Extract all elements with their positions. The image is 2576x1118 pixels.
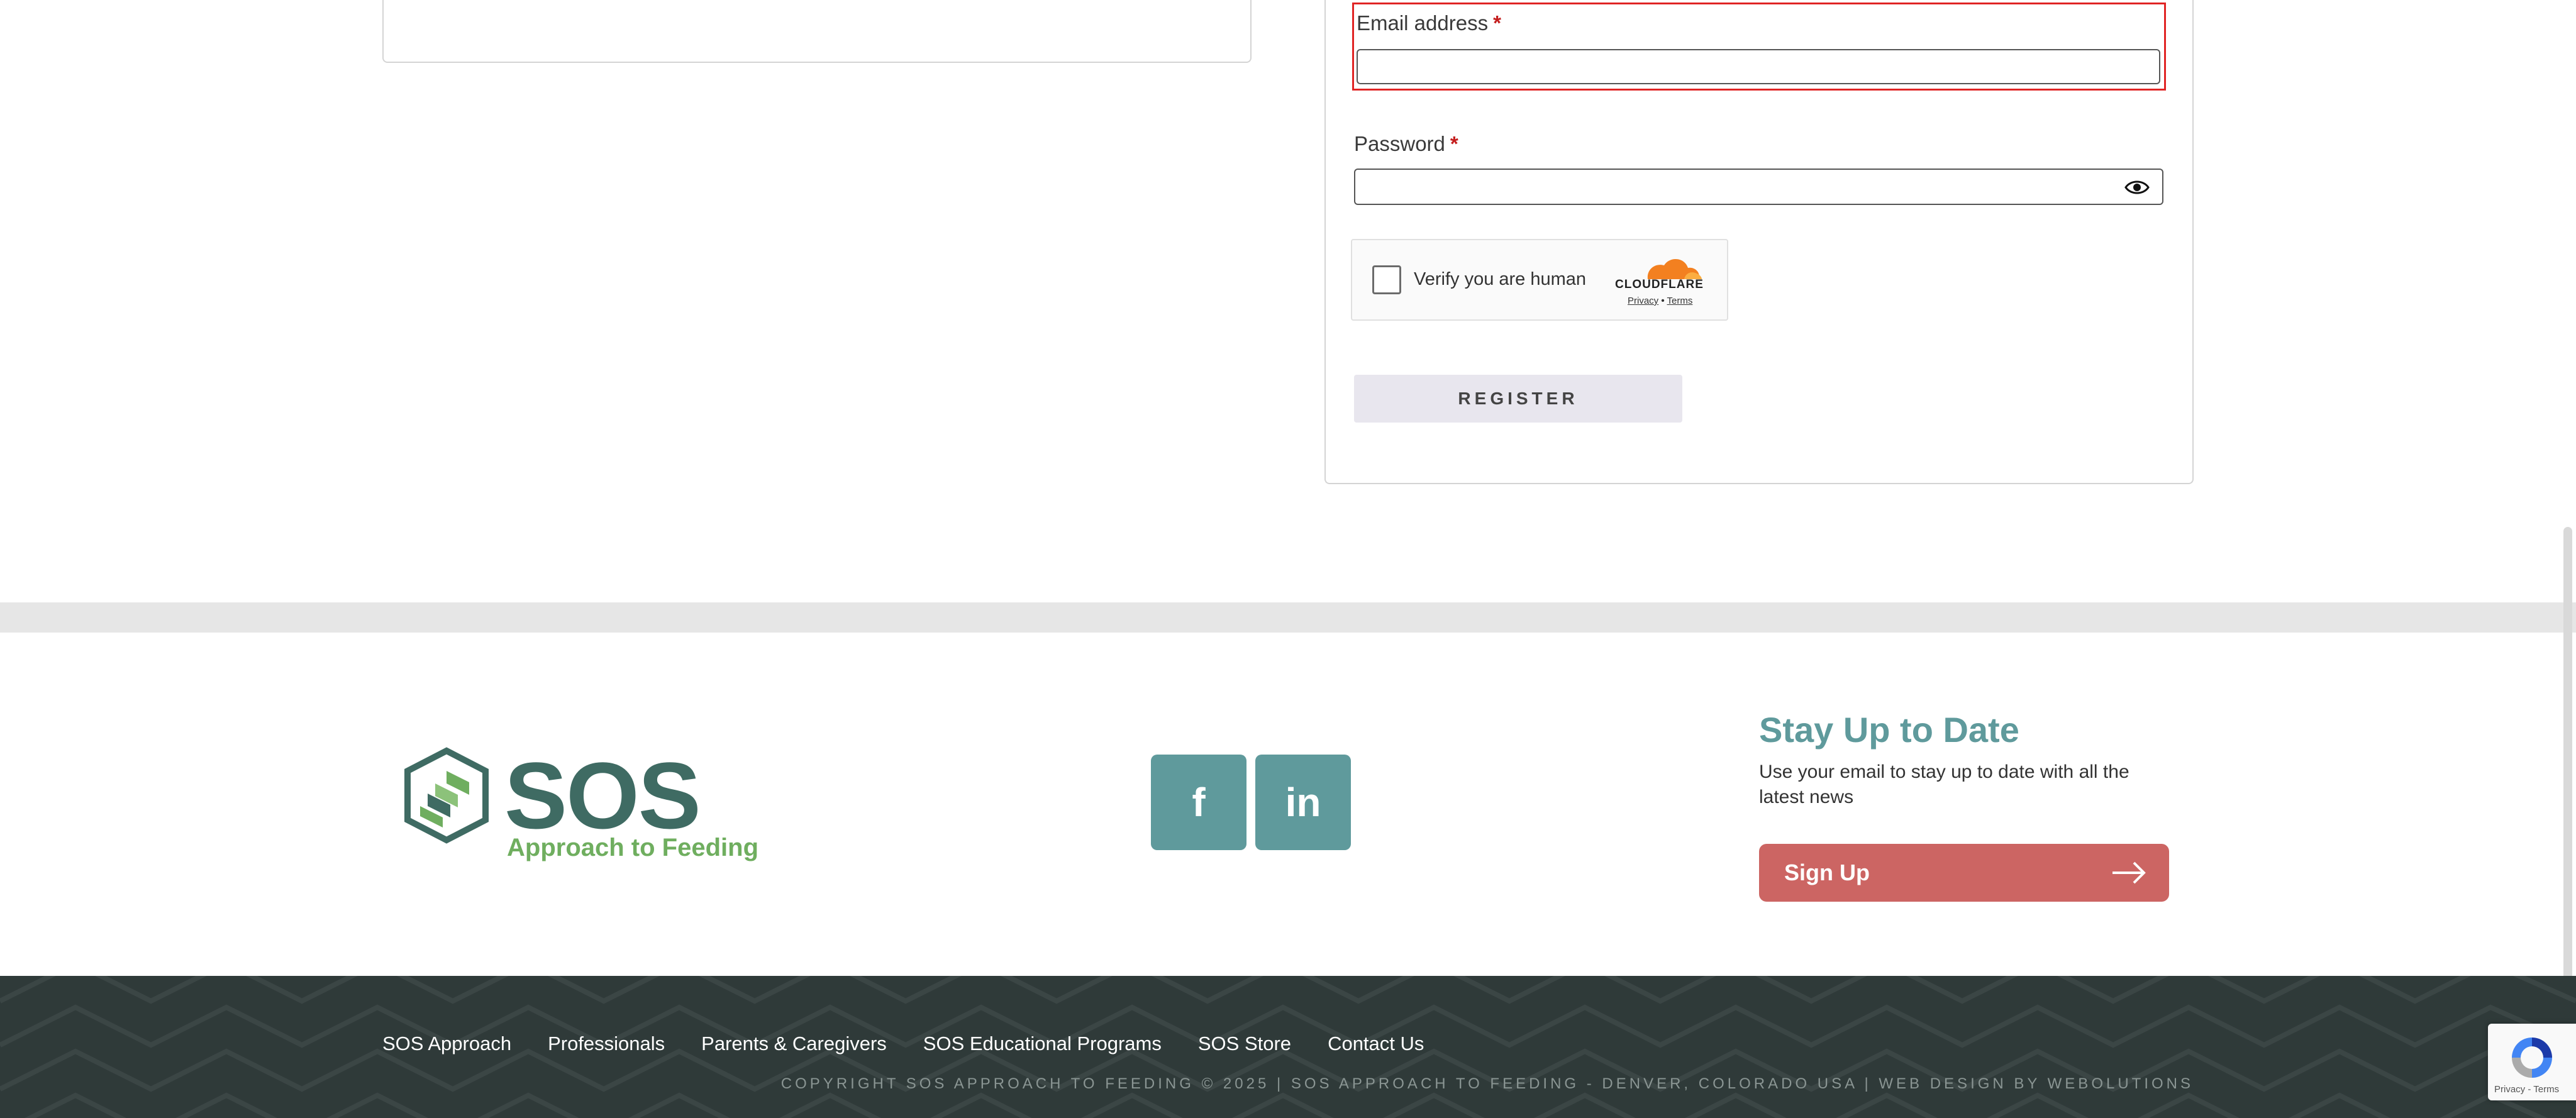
sign-up-button[interactable]: Sign Up bbox=[1759, 844, 2169, 902]
arrow-right-icon bbox=[2112, 861, 2146, 884]
cloudflare-brand: CLOUDFLARE bbox=[1615, 278, 1704, 291]
footer-link-contact-us[interactable]: Contact Us bbox=[1328, 1032, 1424, 1055]
newsletter-description: Use your email to stay up to date with a… bbox=[1759, 761, 2129, 807]
footer-link-professionals[interactable]: Professionals bbox=[548, 1032, 665, 1055]
captcha-checkbox[interactable] bbox=[1372, 265, 1401, 294]
recaptcha-badge[interactable]: Privacy - Terms bbox=[2488, 1024, 2576, 1100]
copyright-text: COPYRIGHT SOS APPROACH TO FEEDING © 2025… bbox=[780, 1075, 2194, 1092]
footer-link-parents-caregivers[interactable]: Parents & Caregivers bbox=[701, 1032, 887, 1055]
section-divider bbox=[0, 602, 2576, 633]
linkedin-button[interactable]: in bbox=[1255, 755, 1351, 850]
captcha-widget: Verify you are human CLOUDFLARE Privacy … bbox=[1351, 239, 1728, 321]
email-input[interactable] bbox=[1357, 49, 2160, 84]
email-label-text: Email address bbox=[1357, 11, 1489, 35]
login-panel bbox=[382, 0, 1252, 63]
required-marker: * bbox=[1450, 132, 1458, 155]
linkedin-icon: in bbox=[1285, 780, 1321, 825]
email-label: Email address * bbox=[1357, 11, 1501, 35]
footer-link-sos-approach[interactable]: SOS Approach bbox=[382, 1032, 511, 1055]
footer-nav: SOS Approach Professionals Parents & Car… bbox=[382, 1032, 1424, 1055]
register-button[interactable]: REGISTER bbox=[1354, 375, 1682, 423]
logo-title: SOS bbox=[504, 743, 701, 848]
captcha-links: Privacy • Terms bbox=[1628, 296, 1692, 306]
captcha-label: Verify you are human bbox=[1414, 269, 1587, 289]
required-marker: * bbox=[1493, 11, 1501, 35]
captcha-privacy-link[interactable]: Privacy bbox=[1628, 296, 1658, 306]
sign-up-label: Sign Up bbox=[1784, 860, 1870, 885]
footer-link-educational-programs[interactable]: SOS Educational Programs bbox=[923, 1032, 1162, 1055]
page: Email address * Password * Verify you are … bbox=[0, 0, 2576, 1118]
eye-icon[interactable] bbox=[2124, 179, 2150, 196]
password-input[interactable] bbox=[1354, 169, 2163, 205]
captcha-separator: • bbox=[1661, 296, 1665, 306]
logo-subtitle: Approach to Feeding bbox=[507, 834, 758, 861]
newsletter-title: Stay Up to Date bbox=[1759, 710, 2019, 750]
recaptcha-icon bbox=[2512, 1038, 2552, 1078]
footer-bar: SOS Approach Professionals Parents & Car… bbox=[0, 976, 2576, 1118]
facebook-icon: f bbox=[1192, 780, 1206, 825]
captcha-terms-link[interactable]: Terms bbox=[1667, 296, 1693, 306]
password-label-text: Password bbox=[1354, 132, 1445, 155]
facebook-button[interactable]: f bbox=[1151, 755, 1246, 850]
logo-registered-mark: ® bbox=[678, 814, 689, 829]
recaptcha-links: Privacy - Terms bbox=[2494, 1084, 2560, 1095]
footer-link-sos-store[interactable]: SOS Store bbox=[1198, 1032, 1291, 1055]
password-label: Password * bbox=[1354, 132, 1458, 156]
